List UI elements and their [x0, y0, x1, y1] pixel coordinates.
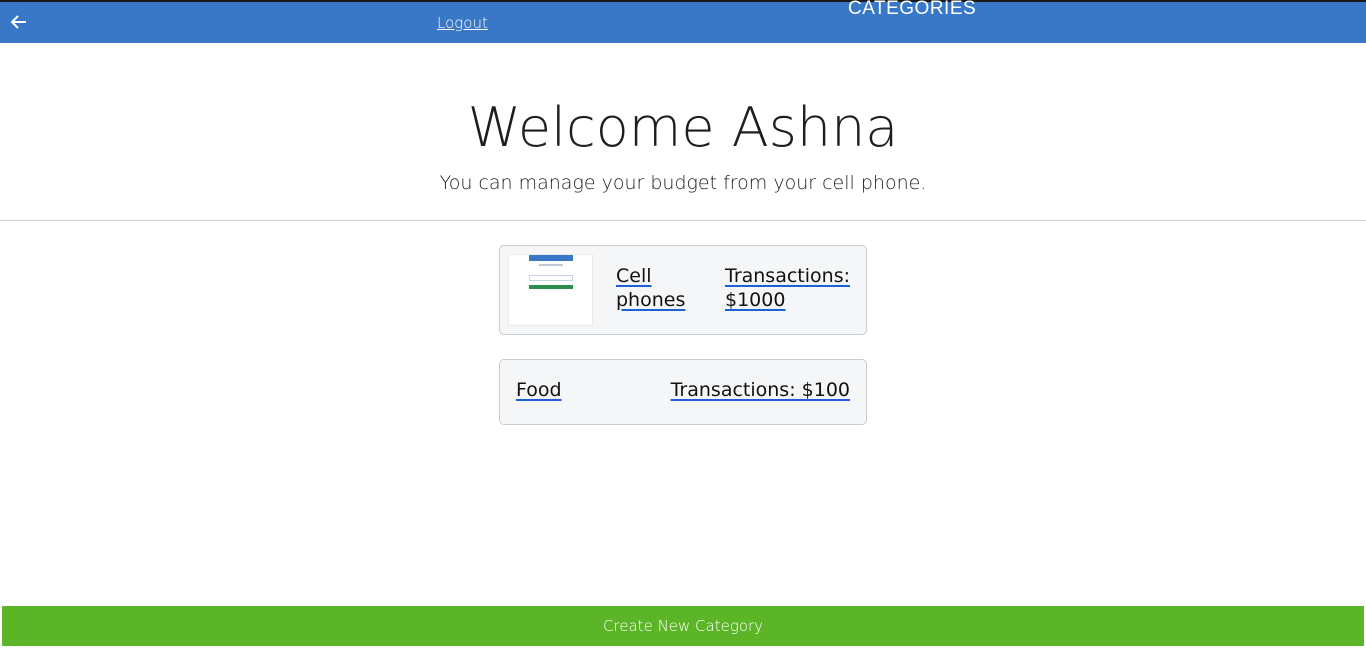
category-name-link[interactable]: Cell phones — [616, 264, 706, 312]
category-card-cell-phones[interactable]: Cell phones Transactions: $1000 — [499, 245, 867, 335]
category-card-food[interactable]: Food Transactions: $100 — [499, 359, 867, 425]
welcome-tagline: You can manage your budget from your cel… — [439, 172, 927, 194]
app-header: Logout CATEGORIES — [0, 0, 1366, 43]
logout-link[interactable]: Logout — [437, 14, 488, 32]
category-name-link[interactable]: Food — [516, 378, 562, 402]
category-transactions-link[interactable]: Transactions: $100 — [671, 378, 850, 402]
welcome-heading: Welcome Ashna — [467, 96, 899, 159]
category-thumbnail — [508, 254, 593, 326]
category-transactions-link[interactable]: Transactions: $1000 — [725, 264, 855, 312]
page-title: CATEGORIES — [848, 0, 977, 19]
arrow-left-icon[interactable] — [10, 13, 28, 31]
section-divider — [0, 220, 1366, 221]
create-category-button[interactable]: Create New Category — [2, 606, 1364, 646]
